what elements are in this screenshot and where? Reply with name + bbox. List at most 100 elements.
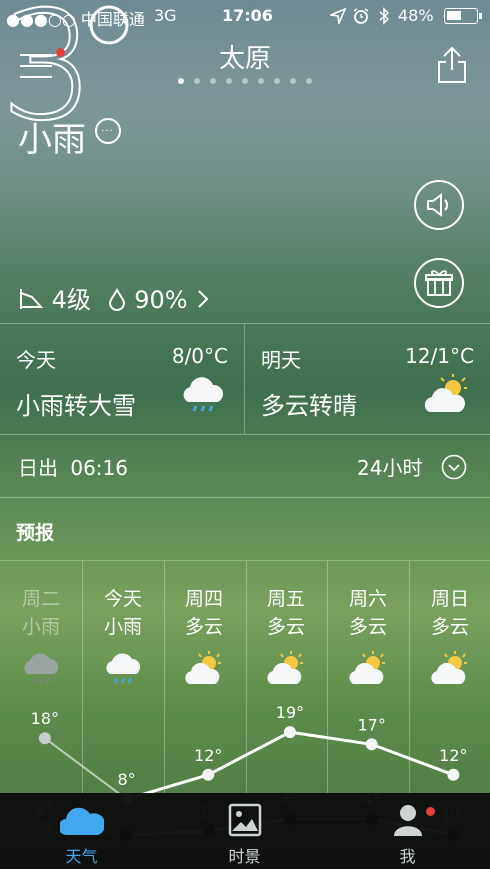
today-condition: 小雨转大雪: [16, 392, 136, 420]
forecast-day-label: 周二: [21, 588, 60, 610]
forecast-day-column[interactable]: 周六 多云: [328, 585, 408, 689]
high-temp-label: 18°: [31, 709, 59, 728]
forecast-condition: 小雨: [103, 616, 142, 638]
sunrise-time: 06:16: [70, 456, 128, 480]
divider: [0, 497, 490, 498]
rain-cloud-icon: [103, 649, 143, 689]
gift-button[interactable]: [414, 258, 464, 308]
partly-cloudy-icon: [348, 649, 388, 689]
today-temp-range: 8/0°C: [171, 344, 228, 368]
current-condition: 小雨: [18, 120, 86, 160]
tab-label: 我: [399, 847, 416, 866]
forecast-condition: 多云: [430, 616, 469, 638]
tomorrow-condition: 多云转晴: [261, 392, 357, 420]
rain-cloud-icon: [183, 377, 223, 412]
speaker-icon: [427, 193, 449, 217]
forecast-title: 预报: [16, 522, 55, 544]
tab-scenery[interactable]: 时景: [163, 793, 326, 869]
chat-bubble-icon[interactable]: ···: [95, 118, 121, 144]
forecast-day-column[interactable]: 周二 小雨: [1, 585, 81, 689]
share-icon[interactable]: [436, 46, 468, 84]
battery-percent: 48%: [398, 6, 434, 25]
partly-cloudy-icon: [424, 374, 467, 412]
city-title[interactable]: 太原: [0, 38, 490, 75]
forecast-condition: 多云: [184, 616, 223, 638]
gift-icon: [425, 270, 453, 296]
sunrise-label: 日出: [18, 456, 58, 480]
page-dot: [306, 78, 312, 84]
forecast-condition: 小雨: [21, 616, 60, 638]
high-temp-label: 19°: [276, 703, 304, 722]
tab-label: 天气: [65, 847, 98, 866]
sunrise-row: 日出 06:16: [18, 452, 128, 481]
tomorrow-label: 明天: [261, 348, 301, 372]
tab-bar: 天气 时景 我: [0, 793, 490, 869]
picture-icon: [228, 803, 262, 837]
alarm-icon: [353, 8, 369, 24]
speaker-button[interactable]: [414, 180, 464, 230]
rain-cloud-icon: [21, 649, 61, 689]
page-dot: [210, 78, 216, 84]
today-card[interactable]: 今天 8/0°C 小雨转大雪: [0, 324, 244, 434]
partly-cloudy-icon: [430, 649, 470, 689]
page-indicator[interactable]: [0, 78, 490, 84]
high-temp-label: 17°: [357, 715, 385, 734]
forecast-day-label: 周六: [348, 588, 387, 610]
battery-icon: [444, 8, 482, 24]
network-label: 3G: [154, 6, 177, 25]
partly-cloudy-icon: [266, 649, 306, 689]
high-temp-point: [447, 768, 460, 781]
tab-label: 时景: [228, 847, 261, 866]
hourly-toggle-label: 24小时: [357, 456, 423, 480]
hourly-toggle[interactable]: 24小时: [357, 452, 467, 481]
page-dot: [194, 78, 200, 84]
cloud-icon: [60, 807, 104, 836]
location-arrow-icon: [330, 8, 346, 24]
forecast-condition: 多云: [348, 616, 387, 638]
high-temp-point: [283, 726, 296, 739]
forecast-day-column[interactable]: 周五 多云: [246, 585, 326, 689]
person-icon: [394, 805, 422, 836]
page-dot: [226, 78, 232, 84]
today-label: 今天: [16, 348, 56, 372]
forecast-day-label: 周日: [430, 588, 469, 610]
notification-dot: [426, 807, 435, 816]
carrier-label: ●●●○○ 中国联通: [6, 10, 145, 29]
high-temp-label: 12°: [194, 746, 222, 765]
chevron-right-icon: [198, 290, 209, 308]
high-temp-label: 12°: [439, 746, 467, 765]
tab-me[interactable]: 我: [326, 793, 489, 869]
divider: [0, 560, 490, 561]
humidity-drop-icon: [108, 287, 125, 311]
tomorrow-temp-range: 12/1°C: [405, 344, 474, 368]
tomorrow-card[interactable]: 明天 12/1°C 多云转晴: [245, 324, 490, 434]
forecast-day-column[interactable]: 今天 小雨: [83, 585, 163, 689]
page-dot: [274, 78, 280, 84]
humidity-value: 90%: [134, 286, 188, 314]
forecast-day-label: 周四: [184, 588, 223, 610]
high-temp-point: [365, 738, 378, 751]
divider: [0, 434, 490, 435]
high-temp-label: 8°: [117, 770, 135, 789]
forecast-day-column[interactable]: 周日 多云: [410, 585, 490, 689]
status-bar: ●●●○○ 中国联通 3G 17:06 48%: [0, 0, 490, 32]
forecast-day-label: 今天: [103, 588, 142, 610]
bluetooth-icon: [379, 7, 390, 25]
tab-weather[interactable]: 天气: [0, 793, 163, 869]
page-dot: [242, 78, 248, 84]
high-temp-point: [202, 768, 215, 781]
chevron-down-circle-icon: [441, 454, 467, 480]
forecast-day-column[interactable]: 周四 多云: [164, 585, 244, 689]
wind-level: 4级: [51, 286, 91, 314]
high-trend-segment: [44, 737, 128, 801]
wind-humidity-row[interactable]: 4级 90%: [18, 280, 211, 315]
header: 太原: [0, 32, 490, 88]
forecast-day-label: 周五: [266, 588, 305, 610]
wind-icon: [20, 289, 44, 309]
page-dot: [290, 78, 296, 84]
partly-cloudy-icon: [184, 649, 224, 689]
page-dot: [258, 78, 264, 84]
high-temp-point: [38, 732, 51, 745]
clock: 17:06: [222, 6, 273, 25]
page-dot: [178, 78, 184, 84]
